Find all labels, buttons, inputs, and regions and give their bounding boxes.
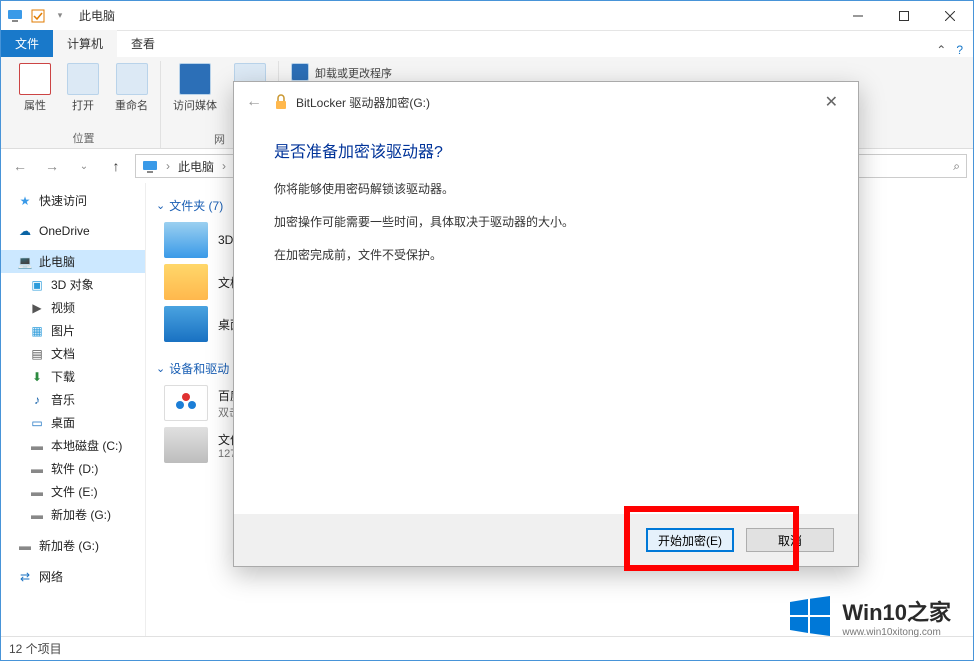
item-count: 12 个项目 bbox=[9, 640, 62, 657]
dialog-text-2: 加密操作可能需要一些时间，具体取决于驱动器的大小。 bbox=[274, 213, 818, 232]
tree-downloads[interactable]: ⬇下载 bbox=[1, 365, 145, 388]
gear-icon bbox=[291, 63, 309, 81]
tab-view[interactable]: 查看 bbox=[117, 30, 169, 57]
media-button[interactable]: 访问媒体 bbox=[167, 61, 223, 131]
qat-checkbox-icon[interactable] bbox=[29, 7, 47, 25]
nav-up-button[interactable]: ↑ bbox=[103, 153, 129, 179]
video-icon: ▶ bbox=[29, 300, 45, 316]
tree-this-pc[interactable]: 💻此电脑 bbox=[1, 250, 145, 273]
titlebar: ▾ 此电脑 bbox=[1, 1, 973, 31]
breadcrumb-thispc[interactable]: 此电脑 bbox=[172, 158, 220, 175]
dialog-heading: 是否准备加密该驱动器? bbox=[274, 138, 818, 162]
dialog-body: 是否准备加密该驱动器? 你将能够使用密码解锁该驱动器。 加密操作可能需要一些时间… bbox=[234, 122, 858, 514]
group-label-location: 位置 bbox=[73, 130, 95, 148]
tree-disk-g2[interactable]: ▬新加卷 (G:) bbox=[1, 534, 145, 557]
tree-quick-access[interactable]: ★快速访问 bbox=[1, 189, 145, 212]
dialog-title: BitLocker 驱动器加密(G:) bbox=[296, 94, 430, 111]
ribbon-collapse-icon[interactable]: ⌃ bbox=[936, 43, 946, 57]
help-icon[interactable]: ? bbox=[956, 43, 963, 57]
search-icon: ⌕ bbox=[953, 159, 960, 174]
tree-onedrive[interactable]: ☁OneDrive bbox=[1, 220, 145, 242]
bitlocker-dialog: ← BitLocker 驱动器加密(G:) ✕ 是否准备加密该驱动器? 你将能够… bbox=[233, 81, 859, 567]
group-label-network: 网 bbox=[214, 131, 225, 149]
bitlocker-icon bbox=[272, 93, 290, 111]
ribbon-group-location: 属性 打开 重命名 位置 bbox=[7, 61, 161, 148]
start-encrypt-button[interactable]: 开始加密(E) bbox=[646, 528, 734, 552]
open-button[interactable]: 打开 bbox=[61, 61, 105, 115]
ribbon-help-area: ⌃ ? bbox=[936, 43, 973, 57]
navigation-pane[interactable]: ★快速访问 ☁OneDrive 💻此电脑 ▣3D 对象 ▶视频 ▦图片 ▤文档 … bbox=[1, 183, 146, 636]
dialog-footer: 开始加密(E) 取消 bbox=[234, 514, 858, 566]
drive-icon: ▬ bbox=[29, 507, 45, 523]
star-icon: ★ bbox=[17, 193, 33, 209]
tree-music[interactable]: ♪音乐 bbox=[1, 388, 145, 411]
drive-icon: ▬ bbox=[29, 438, 45, 454]
properties-button[interactable]: 属性 bbox=[13, 61, 57, 115]
tree-pictures[interactable]: ▦图片 bbox=[1, 319, 145, 342]
dialog-text-3: 在加密完成前，文件不受保护。 bbox=[274, 246, 818, 265]
rename-button[interactable]: 重命名 bbox=[109, 61, 154, 115]
tree-disk-e[interactable]: ▬文件 (E:) bbox=[1, 480, 145, 503]
open-icon bbox=[67, 63, 99, 95]
folder-icon bbox=[164, 306, 208, 342]
dialog-titlebar: ← BitLocker 驱动器加密(G:) ✕ bbox=[234, 82, 858, 122]
window-title: 此电脑 bbox=[79, 7, 115, 24]
cloud-icon: ☁ bbox=[17, 223, 33, 239]
music-icon: ♪ bbox=[29, 392, 45, 408]
tree-disk-c[interactable]: ▬本地磁盘 (C:) bbox=[1, 434, 145, 457]
watermark-url: www.win10xitong.com bbox=[842, 627, 951, 638]
tree-network[interactable]: ⇄网络 bbox=[1, 565, 145, 588]
nav-forward-button[interactable]: → bbox=[39, 153, 65, 179]
nav-recent-dropdown[interactable]: ⌄ bbox=[71, 153, 97, 179]
watermark: Win10之家 www.win10xitong.com bbox=[788, 594, 951, 638]
picture-icon: ▦ bbox=[29, 323, 45, 339]
this-pc-icon bbox=[7, 8, 23, 24]
dialog-close-button[interactable]: ✕ bbox=[817, 88, 846, 116]
network-icon: ⇄ bbox=[17, 569, 33, 585]
drive-icon: ▬ bbox=[17, 538, 33, 554]
drive-icon bbox=[164, 427, 208, 463]
folder-icon bbox=[164, 222, 208, 258]
chevron-right-icon[interactable]: › bbox=[164, 159, 172, 173]
cancel-button[interactable]: 取消 bbox=[746, 528, 834, 552]
pc-icon: 💻 bbox=[17, 254, 33, 270]
close-button[interactable] bbox=[927, 1, 973, 31]
tab-file[interactable]: 文件 bbox=[1, 30, 53, 57]
tree-3d-objects[interactable]: ▣3D 对象 bbox=[1, 273, 145, 296]
media-icon bbox=[179, 63, 211, 95]
baidu-icon bbox=[164, 385, 208, 421]
tree-disk-d[interactable]: ▬软件 (D:) bbox=[1, 457, 145, 480]
tree-desktop[interactable]: ▭桌面 bbox=[1, 411, 145, 434]
folder-icon bbox=[164, 264, 208, 300]
tree-disk-g1[interactable]: ▬新加卷 (G:) bbox=[1, 503, 145, 526]
cube-icon: ▣ bbox=[29, 277, 45, 293]
nav-back-button[interactable]: ← bbox=[7, 153, 33, 179]
tree-documents[interactable]: ▤文档 bbox=[1, 342, 145, 365]
ribbon-tabs: 文件 计算机 查看 ⌃ ? bbox=[1, 31, 973, 57]
minimize-button[interactable] bbox=[835, 1, 881, 31]
download-icon: ⬇ bbox=[29, 369, 45, 385]
tab-computer[interactable]: 计算机 bbox=[53, 30, 117, 57]
desktop-icon: ▭ bbox=[29, 415, 45, 431]
watermark-title: Win10之家 bbox=[842, 595, 951, 627]
back-arrow-icon[interactable]: ← bbox=[246, 93, 262, 111]
qat-dropdown-icon[interactable]: ▾ bbox=[51, 7, 69, 25]
drive-icon: ▬ bbox=[29, 484, 45, 500]
chevron-right-icon[interactable]: › bbox=[220, 159, 228, 173]
status-bar: 12 个项目 bbox=[1, 636, 973, 660]
tree-videos[interactable]: ▶视频 bbox=[1, 296, 145, 319]
breadcrumb-root-icon[interactable] bbox=[136, 158, 164, 174]
properties-icon bbox=[19, 63, 51, 95]
document-icon: ▤ bbox=[29, 346, 45, 362]
rename-icon bbox=[116, 63, 148, 95]
maximize-button[interactable] bbox=[881, 1, 927, 31]
quick-access-toolbar: ▾ bbox=[29, 7, 69, 25]
window-controls bbox=[835, 1, 973, 31]
windows-logo-icon bbox=[788, 594, 832, 638]
drive-icon: ▬ bbox=[29, 461, 45, 477]
dialog-text-1: 你将能够使用密码解锁该驱动器。 bbox=[274, 180, 818, 199]
